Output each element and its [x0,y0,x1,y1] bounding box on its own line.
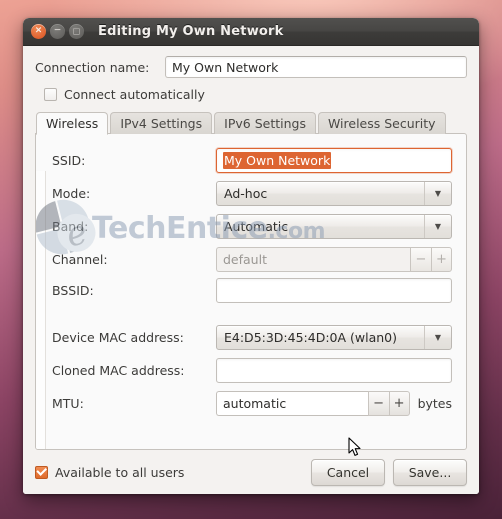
chevron-down-icon[interactable]: ▼ [424,326,451,349]
window-title: Editing My Own Network [98,24,284,39]
device-mac-value: E4:D5:3D:45:4D:0A (wlan0) [224,330,398,345]
connection-name-row: Connection name: My Own Network [35,56,467,78]
cloned-mac-control [216,358,452,383]
device-mac-row: Device MAC address: E4:D5:3D:45:4D:0A (w… [52,325,452,350]
band-value: Automatic [224,219,289,234]
cloned-mac-row: Cloned MAC address: [52,358,452,383]
bssid-row: BSSID: [52,278,452,303]
available-all-users-row[interactable]: Available to all users [35,465,184,480]
dialog-body: Connection name: My Own Network Connect … [23,46,479,450]
band-dropdown[interactable]: Automatic ▼ [216,214,452,239]
close-glyph: × [34,25,43,36]
wireless-tab-panel: e TechEntice.com SSID: My Own Network Mo… [35,133,467,450]
bssid-label: BSSID: [52,283,94,298]
connect-automatically-row[interactable]: Connect automatically [44,87,467,102]
tab-wireless[interactable]: Wireless [36,112,109,135]
footer-buttons: Cancel Save... [311,458,467,486]
ssid-label: SSID: [52,153,86,168]
title-bar[interactable]: × − □ Editing My Own Network [23,18,479,46]
maximize-glyph: □ [72,26,81,35]
mtu-label: MTU: [52,396,84,411]
mode-dropdown[interactable]: Ad-hoc ▼ [216,181,452,206]
mouse-cursor-icon [348,437,361,456]
available-all-users-checkbox[interactable] [35,465,48,479]
channel-label: Channel: [52,252,108,267]
chevron-down-icon[interactable]: ▼ [424,182,451,205]
ssid-input[interactable]: My Own Network [216,148,452,173]
mtu-increment-button[interactable]: + [388,391,410,416]
bssid-input[interactable] [216,278,452,303]
band-label: Band: [52,219,89,234]
connection-name-label: Connection name: [35,59,150,75]
available-all-users-label: Available to all users [55,464,185,480]
window-controls: × − □ [31,24,84,39]
bssid-control [216,278,452,303]
mtu-input[interactable]: automatic [216,391,368,416]
mtu-spinner: automatic − + bytes [216,391,452,416]
connection-name-input[interactable]: My Own Network [165,56,467,78]
mode-row: Mode: Ad-hoc ▼ [52,181,452,206]
ssid-row: SSID: My Own Network [52,148,452,173]
channel-input[interactable]: default [216,247,410,272]
device-mac-label: Device MAC address: [52,330,184,345]
cloned-mac-input[interactable] [216,358,452,383]
panel-scrollbar[interactable] [36,171,46,449]
channel-spinner: default − + [216,247,452,272]
save-button[interactable]: Save... [393,458,467,486]
minimize-icon[interactable]: − [50,24,65,39]
device-mac-dropdown[interactable]: E4:D5:3D:45:4D:0A (wlan0) ▼ [216,325,452,350]
device-mac-control: E4:D5:3D:45:4D:0A (wlan0) ▼ [216,325,452,350]
channel-increment-button[interactable]: + [431,247,452,272]
band-control: Automatic ▼ [216,214,452,239]
close-icon[interactable]: × [31,24,46,39]
ssid-control: My Own Network [216,148,452,173]
tab-wireless-security[interactable]: Wireless Security [317,112,446,134]
minimize-glyph: − [53,25,62,36]
channel-control: default − + [216,247,452,272]
chevron-down-icon[interactable]: ▼ [424,215,451,238]
connect-automatically-label: Connect automatically [64,87,205,102]
mode-value: Ad-hoc [224,186,268,201]
mtu-row: MTU: automatic − + bytes [52,391,452,416]
cancel-button[interactable]: Cancel [311,458,385,486]
connect-automatically-checkbox[interactable] [44,88,57,101]
tab-ipv4-settings[interactable]: IPv4 Settings [110,112,213,134]
ssid-value: My Own Network [223,152,332,169]
cloned-mac-label: Cloned MAC address: [52,363,185,378]
mtu-decrement-button[interactable]: − [367,391,389,416]
channel-spin-buttons: − + [410,247,452,272]
mtu-control: automatic − + bytes [216,391,452,416]
mode-label: Mode: [52,186,91,201]
channel-row: Channel: default − + [52,247,452,272]
band-row: Band: Automatic ▼ [52,214,452,239]
channel-decrement-button[interactable]: − [410,247,431,272]
tab-ipv6-settings[interactable]: IPv6 Settings [214,112,316,134]
mode-control: Ad-hoc ▼ [216,181,452,206]
network-editor-window: × − □ Editing My Own Network Connection … [23,18,479,494]
dialog-footer: Available to all users Cancel Save... [23,450,479,494]
mtu-units-label: bytes [417,396,452,411]
mtu-spin-buttons: − + [367,391,410,416]
maximize-icon[interactable]: □ [69,24,84,39]
tab-bar: Wireless IPv4 Settings IPv6 Settings Wir… [36,111,467,135]
